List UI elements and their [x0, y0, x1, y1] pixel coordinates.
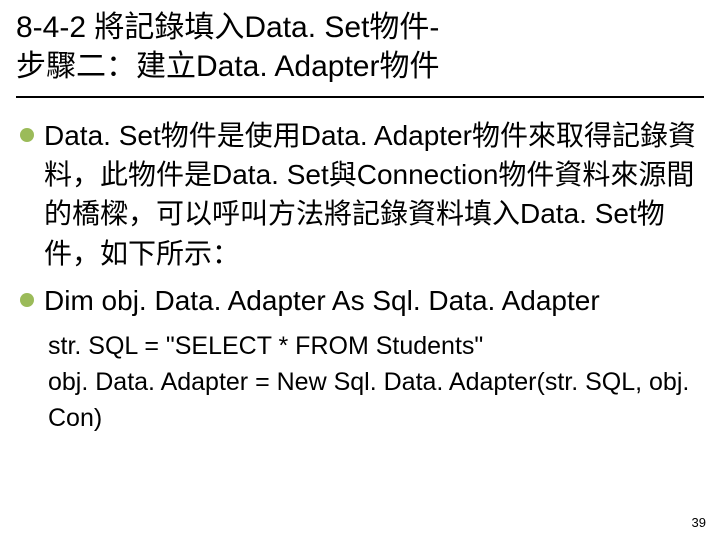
code-line: str. SQL = "SELECT * FROM Students" [48, 328, 704, 364]
bullet-item: Data. Set物件是使用Data. Adapter物件來取得記錄資料，此物件… [16, 116, 704, 273]
bullet-item: Dim obj. Data. Adapter As Sql. Data. Ada… [16, 281, 704, 320]
code-block: str. SQL = "SELECT * FROM Students" obj.… [48, 328, 704, 437]
code-line: obj. Data. Adapter = New Sql. Data. Adap… [48, 364, 704, 437]
slide-title: 8-4-2 將記錄填入Data. Set物件- 步驟二：建立Data. Adap… [16, 8, 704, 98]
title-line-2: 步驟二：建立Data. Adapter物件 [16, 47, 704, 86]
page-number: 39 [692, 515, 706, 530]
bullet-text: Dim obj. Data. Adapter As Sql. Data. Ada… [44, 281, 600, 320]
title-line-1: 8-4-2 將記錄填入Data. Set物件- [16, 8, 704, 47]
bullet-text: Data. Set物件是使用Data. Adapter物件來取得記錄資料，此物件… [44, 116, 704, 273]
slide-content: 8-4-2 將記錄填入Data. Set物件- 步驟二：建立Data. Adap… [0, 0, 720, 437]
bullet-dot-icon [20, 128, 34, 142]
bullet-dot-icon [20, 293, 34, 307]
